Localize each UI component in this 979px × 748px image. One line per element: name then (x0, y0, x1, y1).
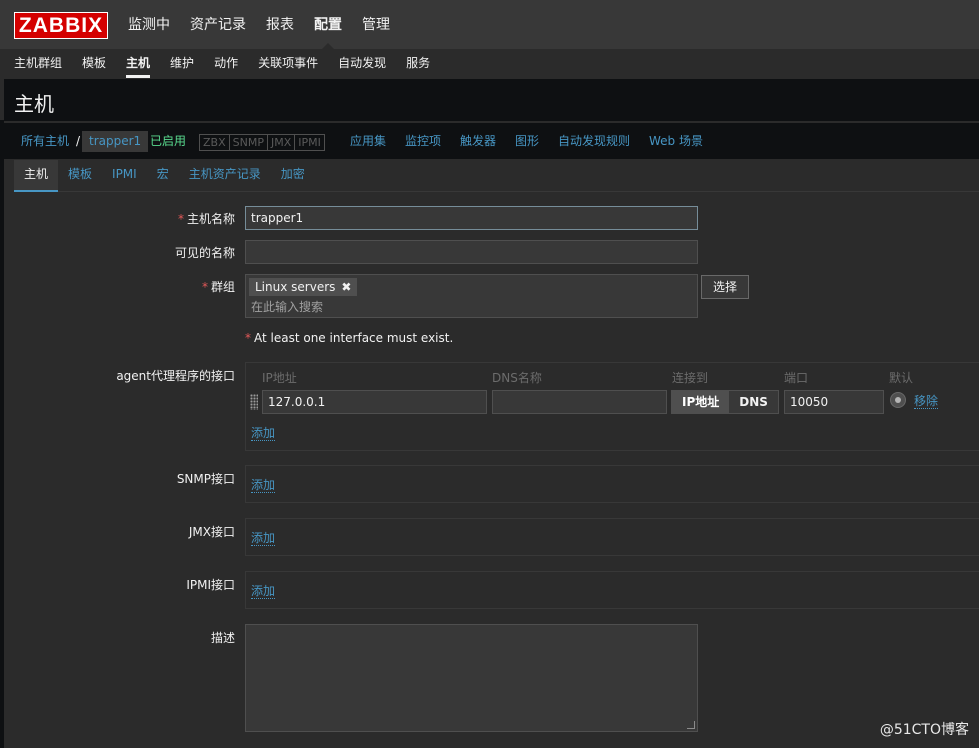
submenu-hosts-label: 主机 (126, 56, 151, 70)
tab-ipmi[interactable]: IPMI (102, 160, 147, 191)
default-interface-radio[interactable] (890, 392, 906, 408)
badge-jmx: JMX (268, 135, 296, 150)
status-enabled[interactable]: 已启用 (150, 123, 186, 159)
submenu-services[interactable]: 服务 (396, 49, 440, 79)
add-agent-interface-link[interactable]: 添加 (251, 426, 276, 441)
main-menu: 监测中 资产记录 报表 配置 管理 (118, 0, 400, 49)
availability-badges: ZBX SNMP JMX IPMI (199, 134, 325, 151)
agent-dns-input[interactable] (492, 390, 667, 414)
zabbix-logo[interactable]: ZABBIX (14, 12, 108, 39)
breadcrumb-all-hosts[interactable]: 所有主机 (21, 123, 69, 159)
tab-host-label: 主机 (24, 167, 49, 181)
submenu-correlation[interactable]: 关联项事件 (248, 49, 328, 79)
submenu-templates[interactable]: 模板 (72, 49, 116, 79)
visible-name-input[interactable] (245, 240, 698, 264)
nav-applications[interactable]: 应用集 (350, 123, 386, 159)
badge-ipmi: IPMI (298, 136, 321, 149)
nav-triggers[interactable]: 触发器 (460, 123, 496, 159)
menu-monitoring[interactable]: 监测中 (118, 0, 180, 49)
breadcrumb-separator: / (76, 134, 81, 148)
badge-zbx: ZBX (200, 135, 230, 150)
col-port-header: 端口 (784, 371, 809, 385)
menu-configuration[interactable]: 配置 (304, 0, 352, 49)
form-tabs: 主机 模板 IPMI 宏 主机资产记录 加密 (14, 160, 979, 192)
add-snmp-interface-link[interactable]: 添加 (251, 478, 276, 493)
col-ip-header: IP地址 (262, 371, 297, 385)
host-name-input[interactable] (245, 206, 698, 230)
visible-name-label: 可见的名称 (174, 246, 235, 260)
resize-handle-icon[interactable] (687, 721, 695, 729)
submenu-maintenance[interactable]: 维护 (160, 49, 204, 79)
watermark: @51CTO博客 (879, 722, 969, 738)
host-nav-bar: 所有主机 / trapper1 已启用 ZBX SNMP JMX IPMI 应用… (4, 123, 979, 159)
connect-dns-option[interactable]: DNS (729, 391, 778, 413)
submenu-actions[interactable]: 动作 (204, 49, 248, 79)
top-menu-bar: ZABBIX 监测中 资产记录 报表 配置 管理 (0, 0, 979, 49)
tab-macros[interactable]: 宏 (147, 160, 179, 191)
jmx-interfaces-label: JMX接口 (188, 525, 235, 539)
tab-host[interactable]: 主机 (14, 160, 59, 192)
title-bar: 主机 (4, 79, 979, 121)
description-textarea[interactable] (245, 624, 698, 732)
snmp-interfaces-box: 添加 (245, 465, 979, 503)
tab-templates[interactable]: 模板 (58, 160, 102, 191)
snmp-interfaces-label: SNMP接口 (176, 472, 235, 486)
select-groups-button[interactable]: 选择 (701, 275, 749, 299)
tab-inventory[interactable]: 主机资产记录 (179, 160, 271, 191)
submenu-discovery[interactable]: 自动发现 (328, 49, 396, 79)
group-chip: Linux servers ✖ (249, 278, 358, 296)
left-edge (0, 120, 4, 748)
menu-administration[interactable]: 管理 (352, 0, 400, 49)
submenu-host-groups[interactable]: 主机群组 (4, 49, 72, 79)
remove-chip-icon[interactable]: ✖ (341, 280, 351, 294)
jmx-interfaces-box: 添加 (245, 518, 979, 556)
interface-warning: * At least one interface must exist. (245, 331, 453, 345)
agent-interfaces-box: IP地址 DNS名称 连接到 端口 默认 IP地址 DNS 移除 添加 (245, 362, 979, 451)
host-name-label: * 主机名称 (15, 210, 235, 227)
col-default-header: 默认 (889, 371, 914, 385)
remove-interface-link[interactable]: 移除 (914, 394, 939, 409)
add-ipmi-interface-link[interactable]: 添加 (251, 584, 276, 599)
groups-multiselect[interactable]: Linux servers ✖ 在此输入搜索 (245, 274, 698, 318)
required-mark: * (245, 331, 251, 345)
nav-discovery-rules[interactable]: 自动发现规则 (558, 123, 630, 159)
description-label: 描述 (210, 631, 235, 645)
ipmi-interfaces-box: 添加 (245, 571, 979, 609)
add-jmx-interface-link[interactable]: 添加 (251, 531, 276, 546)
groups-label-text: 群组 (210, 280, 235, 294)
menu-reports[interactable]: 报表 (256, 0, 304, 49)
connect-to-toggle: IP地址 DNS (671, 390, 779, 414)
badge-snmp: SNMP (230, 135, 268, 150)
interface-warning-text: At least one interface must exist. (254, 331, 454, 345)
required-mark: * (177, 212, 184, 226)
agent-port-input[interactable] (784, 390, 884, 414)
nav-items[interactable]: 监控项 (405, 123, 441, 159)
group-chip-label: Linux servers (255, 280, 336, 294)
nav-web-scenarios[interactable]: Web 场景 (649, 123, 703, 159)
tab-encryption[interactable]: 加密 (271, 160, 315, 191)
col-dns-header: DNS名称 (492, 371, 542, 385)
groups-label: * 群组 (15, 278, 235, 295)
page-title: 主机 (14, 92, 54, 116)
group-search-placeholder[interactable]: 在此输入搜索 (251, 298, 323, 315)
required-mark: * (201, 280, 208, 294)
agent-interfaces-label: agent代理程序的接口 (116, 369, 235, 383)
breadcrumb-current-host[interactable]: trapper1 (82, 131, 149, 152)
col-connect-header: 连接到 (672, 371, 709, 385)
host-form: *主机名称 可见的名称 *群组 Linux servers✖ 在此输入搜索 选择… (14, 192, 979, 748)
agent-ip-input[interactable] (262, 390, 487, 414)
menu-inventory[interactable]: 资产记录 (180, 0, 256, 49)
submenu-hosts[interactable]: 主机 (116, 49, 160, 79)
connect-ip-option[interactable]: IP地址 (672, 391, 730, 413)
active-underline (126, 75, 151, 78)
sub-menu-bar: 主机群组 模板 主机 维护 动作 关联项事件 自动发现 服务 (4, 49, 979, 79)
menu-configuration-label: 配置 (314, 17, 342, 33)
ipmi-interfaces-label: IPMI接口 (186, 578, 235, 592)
host-name-label-text: 主机名称 (186, 212, 235, 226)
nav-graphs[interactable]: 图形 (515, 123, 539, 159)
drag-handle-icon[interactable] (250, 394, 258, 410)
